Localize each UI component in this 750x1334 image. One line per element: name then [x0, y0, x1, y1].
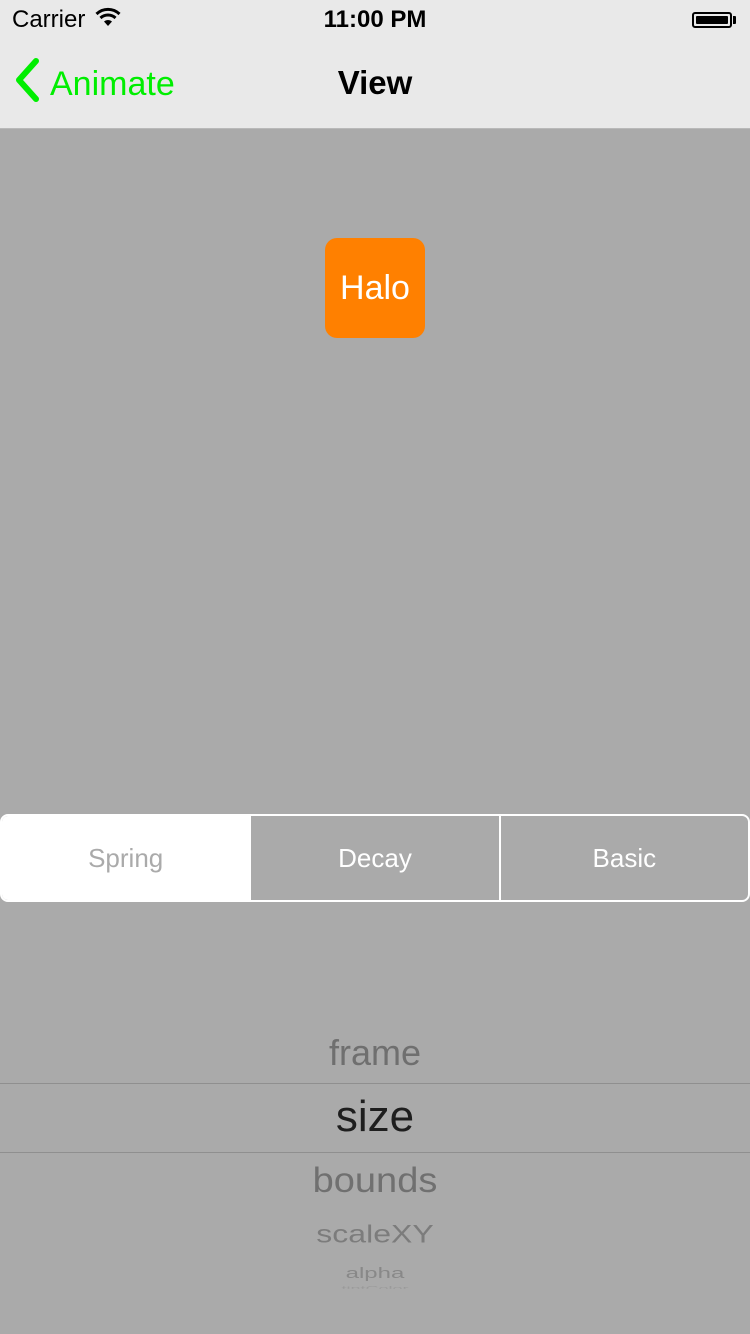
- picker-item-tintcolor[interactable]: tintColor: [0, 1285, 750, 1288]
- picker-selection-line-bottom: [0, 1152, 750, 1153]
- animation-type-segmented-control: Spring Decay Basic: [0, 814, 750, 902]
- picker-item-alpha[interactable]: alpha: [0, 1266, 750, 1283]
- segment-decay[interactable]: Decay: [249, 816, 498, 900]
- picker-item-scalexy[interactable]: scaleXY: [0, 1220, 750, 1249]
- picker-item-size[interactable]: size: [0, 1092, 750, 1142]
- segment-spring[interactable]: Spring: [2, 816, 250, 900]
- page-title: View: [337, 64, 413, 101]
- picker-item-frame[interactable]: frame: [0, 1032, 750, 1074]
- property-picker[interactable]: frame size bounds scaleXY alpha tintColo…: [0, 1020, 750, 1300]
- battery-icon: [692, 10, 738, 30]
- segment-basic[interactable]: Basic: [498, 816, 748, 900]
- halo-view[interactable]: Halo: [325, 238, 425, 338]
- top-bar: Carrier 11:00 PM Animate View: [0, 0, 750, 129]
- picker-item-bounds[interactable]: bounds: [0, 1162, 750, 1202]
- halo-label: Halo: [340, 268, 410, 307]
- picker-selection-line-top: [0, 1083, 750, 1084]
- screen: Carrier 11:00 PM Animate View Halo Sprin…: [0, 0, 750, 1334]
- status-time: 11:00 PM: [323, 6, 427, 33]
